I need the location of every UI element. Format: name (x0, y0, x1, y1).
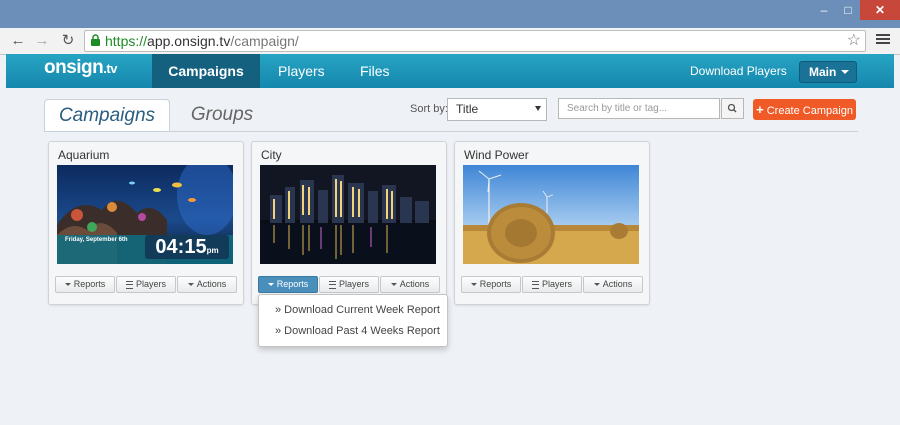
download-current-week-report[interactable]: » Download Current Week Report (275, 304, 440, 316)
caret-down-icon (470, 283, 477, 287)
nav-campaigns[interactable]: Campaigns (152, 54, 260, 88)
maximize-button[interactable]: □ (836, 0, 860, 20)
bookmark-star-icon[interactable]: ☆ (847, 31, 861, 51)
back-icon[interactable]: ← (8, 31, 28, 51)
players-button[interactable]: Players (522, 276, 582, 293)
overlay-clock: 04:15pm (145, 235, 229, 259)
sort-select[interactable]: Title (447, 98, 547, 121)
tab-campaigns[interactable]: Campaigns (44, 99, 170, 132)
campaign-card-wind-power[interactable]: Wind Power Reports Players Actions (454, 141, 650, 305)
reload-icon[interactable]: ↻ (58, 31, 78, 51)
campaign-title: Wind Power (464, 148, 529, 162)
main-content: Campaigns Groups Sort by: Title + Create… (6, 88, 894, 425)
actions-button[interactable]: Actions (177, 276, 237, 293)
close-window-button[interactable]: ✕ (860, 0, 900, 20)
overlay-date: Friday, September 6th (65, 237, 128, 243)
campaign-title: City (261, 148, 282, 162)
dropdown-arrow-icon (535, 106, 541, 111)
search-icon (727, 103, 737, 113)
create-campaign-button[interactable]: + Create Campaign (753, 99, 856, 120)
players-button[interactable]: Players (319, 276, 379, 293)
reports-button[interactable]: Reports (461, 276, 521, 293)
card-actions: Reports Players Actions (55, 276, 237, 293)
actions-button[interactable]: Actions (583, 276, 643, 293)
address-bar[interactable]: https://app.onsign.tv/campaign/ ☆ (84, 30, 866, 52)
plus-icon: + (756, 102, 764, 117)
campaign-card-aquarium[interactable]: Aquarium Friday, September 6th 04:15pm R… (48, 141, 244, 305)
wind-power-image (463, 165, 639, 264)
list-icon (125, 280, 133, 289)
city-image (260, 165, 436, 264)
caret-down-icon (593, 283, 600, 287)
chevron-down-icon (841, 70, 849, 74)
browser-menu-icon[interactable] (876, 32, 890, 46)
browser-toolbar: ← → ↻ https://app.onsign.tv/campaign/ ☆ (0, 28, 900, 55)
reports-dropdown-menu: » Download Current Week Report » Downloa… (258, 294, 448, 347)
card-actions: Reports Players Actions (258, 276, 440, 293)
reports-button[interactable]: Reports (258, 276, 318, 293)
search-button[interactable] (721, 98, 744, 119)
campaign-thumbnail-city[interactable] (260, 165, 436, 264)
tab-groups[interactable]: Groups (176, 99, 268, 131)
actions-button[interactable]: Actions (380, 276, 440, 293)
window-titlebar: – □ ✕ (0, 0, 900, 28)
caret-down-icon (64, 283, 71, 287)
search-input[interactable] (558, 98, 720, 119)
sort-label: Sort by: (410, 103, 448, 115)
campaign-thumbnail-wind-power[interactable] (463, 165, 639, 264)
caret-down-icon (187, 283, 194, 287)
campaign-thumbnail-aquarium[interactable]: Friday, September 6th 04:15pm (57, 165, 233, 264)
url-text: https://app.onsign.tv/campaign/ (105, 33, 299, 49)
nav-files[interactable]: Files (360, 54, 390, 88)
reports-button[interactable]: Reports (55, 276, 115, 293)
app-header: onsign.tv Campaigns Players Files Downlo… (6, 54, 894, 88)
card-actions: Reports Players Actions (461, 276, 643, 293)
minimize-button[interactable]: – (812, 0, 836, 20)
lock-icon (91, 34, 100, 46)
nav-players[interactable]: Players (278, 54, 325, 88)
caret-down-icon (390, 283, 397, 287)
account-dropdown[interactable]: Main (799, 61, 857, 83)
tab-divider (44, 131, 858, 132)
forward-icon[interactable]: → (32, 31, 52, 51)
download-past-4-weeks-report[interactable]: » Download Past 4 Weeks Report (275, 325, 440, 337)
campaign-title: Aquarium (58, 148, 110, 162)
campaign-card-city[interactable]: City Reports Players Actions (251, 141, 447, 305)
caret-down-icon (267, 283, 274, 287)
onsign-logo[interactable]: onsign.tv (44, 57, 117, 79)
players-button[interactable]: Players (116, 276, 176, 293)
list-icon (531, 280, 539, 289)
download-players-link[interactable]: Download Players (690, 54, 787, 88)
list-icon (328, 280, 336, 289)
